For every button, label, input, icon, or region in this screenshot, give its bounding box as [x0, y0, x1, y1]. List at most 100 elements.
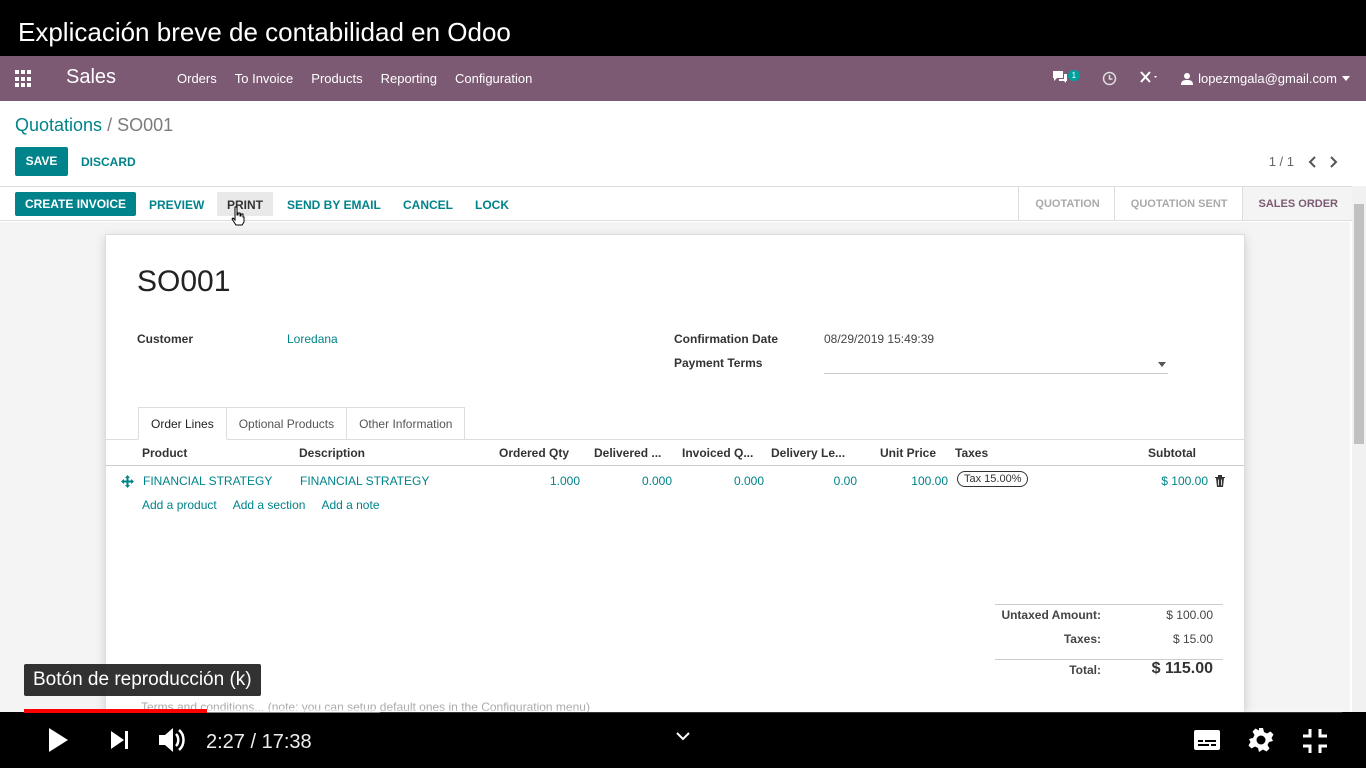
add-note-link[interactable]: Add a note [321, 498, 379, 512]
tax-tag[interactable]: Tax 15.00% [957, 471, 1029, 487]
col-subtotal[interactable]: Subtotal [1148, 446, 1196, 460]
add-line-links: Add a product Add a section Add a note [142, 498, 380, 512]
scrollbar-thumb[interactable] [1354, 204, 1364, 444]
untaxed-value: $ 100.00 [1166, 608, 1213, 622]
form-sheet: SO001 Customer Loredana Confirmation Dat… [105, 234, 1245, 712]
row-description[interactable]: FINANCIAL STRATEGY [300, 474, 429, 488]
menu-reporting[interactable]: Reporting [372, 71, 446, 86]
stage-quotation-sent[interactable]: QUOTATION SENT [1113, 187, 1242, 220]
confirmation-date-field[interactable]: 08/29/2019 15:49:39 [824, 332, 934, 346]
menu-orders[interactable]: Orders [168, 71, 226, 86]
stage-quotation[interactable]: QUOTATION [1018, 187, 1113, 220]
tab-other-information[interactable]: Other Information [347, 407, 466, 440]
status-bar: CREATE INVOICE PREVIEW PRINT SEND BY EMA… [0, 186, 1352, 221]
video-title: Explicación breve de contabilidad en Odo… [0, 0, 1366, 56]
taxes-value: $ 15.00 [1172, 632, 1213, 646]
user-email: lopezmgala@gmail.com [1198, 71, 1337, 86]
stage-sales-order[interactable]: SALES ORDER [1241, 187, 1352, 220]
total-label: Total: [1069, 663, 1101, 677]
pager-value[interactable]: 1 / 1 [1269, 154, 1294, 169]
debug-tools-button[interactable] [1139, 70, 1159, 87]
col-ordered-qty[interactable]: Ordered Qty [499, 446, 569, 460]
col-delivery-lead[interactable]: Delivery Le... [771, 446, 845, 460]
time-display: 2:27 / 17:38 [206, 731, 312, 753]
chevron-down-icon [1342, 76, 1350, 81]
menu-products[interactable]: Products [302, 71, 371, 86]
create-invoice-button[interactable]: CREATE INVOICE [15, 192, 136, 216]
apps-grid-icon[interactable] [15, 70, 33, 88]
systray: 1 lopezmgala@gmail.com [1052, 70, 1350, 87]
add-product-link[interactable]: Add a product [142, 498, 217, 512]
chevron-down-icon[interactable] [676, 732, 690, 741]
hand-cursor-icon [231, 206, 245, 226]
row-product[interactable]: FINANCIAL STRATEGY [143, 474, 272, 488]
untaxed-label: Untaxed Amount: [1001, 608, 1101, 622]
table-row[interactable]: FINANCIAL STRATEGY FINANCIAL STRATEGY 1.… [106, 467, 1244, 497]
scrollbar[interactable] [1352, 186, 1366, 712]
settings-gear-icon[interactable] [1248, 727, 1274, 753]
tools-icon [1140, 71, 1158, 83]
col-taxes[interactable]: Taxes [955, 446, 988, 460]
lock-button[interactable]: LOCK [475, 198, 509, 212]
next-icon[interactable] [109, 729, 131, 751]
user-icon [1181, 73, 1194, 85]
volume-icon[interactable] [157, 726, 187, 754]
dropdown-caret-icon [1158, 362, 1166, 367]
col-delivered[interactable]: Delivered ... [594, 446, 661, 460]
row-ordered-qty[interactable]: 1.000 [536, 474, 580, 488]
add-section-link[interactable]: Add a section [233, 498, 306, 512]
cancel-button[interactable]: CANCEL [403, 198, 453, 212]
breadcrumb-current: SO001 [117, 115, 174, 135]
row-delivery-lead[interactable]: 0.00 [811, 474, 857, 488]
breadcrumb-separator: / [107, 115, 113, 135]
menu-to-invoice[interactable]: To Invoice [226, 71, 303, 86]
customer-field[interactable]: Loredana [287, 332, 338, 346]
row-unit-price[interactable]: 100.00 [896, 474, 948, 488]
discard-button[interactable]: DISCARD [81, 155, 136, 169]
user-menu[interactable]: lopezmgala@gmail.com [1181, 71, 1350, 86]
trash-icon[interactable] [1215, 475, 1225, 487]
row-invoiced[interactable]: 0.000 [718, 474, 764, 488]
row-delivered[interactable]: 0.000 [626, 474, 672, 488]
send-by-email-button[interactable]: SEND BY EMAIL [287, 198, 381, 212]
top-navbar: Sales Orders To Invoice Products Reporti… [0, 56, 1366, 101]
drag-handle-icon[interactable] [121, 475, 134, 488]
preview-button[interactable]: PREVIEW [149, 198, 204, 212]
stage-steps: QUOTATION QUOTATION SENT SALES ORDER [1018, 187, 1352, 220]
customer-label: Customer [137, 332, 194, 346]
main-menu: Orders To Invoice Products Reporting Con… [168, 71, 541, 86]
menu-configuration[interactable]: Configuration [446, 71, 541, 86]
tab-order-lines[interactable]: Order Lines [138, 407, 227, 440]
app-name: Sales [66, 66, 117, 88]
totals-block: Untaxed Amount: $ 100.00 Taxes: $ 15.00 To… [995, 601, 1223, 687]
messages-badge: 1 [1067, 70, 1081, 81]
notebook-tabs: Order Lines Optional Products Other Info… [138, 407, 466, 440]
chevron-right-icon[interactable] [1330, 155, 1338, 168]
row-subtotal: $ 100.00 [1161, 474, 1208, 488]
order-name: SO001 [137, 265, 231, 298]
clock-icon[interactable] [1102, 71, 1117, 86]
play-tooltip: Botón de reproducción (k) [24, 664, 261, 696]
col-description[interactable]: Description [299, 446, 365, 460]
order-lines-header: Product Description Ordered Qty Delivere… [106, 439, 1244, 466]
breadcrumb: Quotations / SO001 [15, 115, 173, 136]
play-icon[interactable] [47, 727, 69, 753]
chevron-left-icon[interactable] [1308, 155, 1316, 168]
payment-terms-label: Payment Terms [674, 356, 763, 370]
player-controls: 2:27 / 17:38 [0, 713, 1366, 768]
pager: 1 / 1 [1269, 154, 1338, 169]
col-unit-price[interactable]: Unit Price [880, 446, 936, 460]
subtitles-icon[interactable] [1193, 728, 1221, 752]
col-product[interactable]: Product [142, 446, 187, 460]
chat-icon [1053, 71, 1067, 83]
payment-terms-select[interactable] [824, 360, 1168, 374]
breadcrumb-quotations[interactable]: Quotations [15, 115, 102, 135]
messages-button[interactable]: 1 [1052, 70, 1081, 87]
col-invoiced[interactable]: Invoiced Q... [682, 446, 753, 460]
odoo-app: Sales Orders To Invoice Products Reporti… [0, 56, 1366, 712]
taxes-label: Taxes: [1063, 632, 1101, 646]
exit-fullscreen-icon[interactable] [1302, 728, 1328, 754]
confirmation-date-label: Confirmation Date [674, 332, 779, 346]
save-button[interactable]: SAVE [15, 147, 68, 176]
tab-optional-products[interactable]: Optional Products [226, 407, 348, 440]
